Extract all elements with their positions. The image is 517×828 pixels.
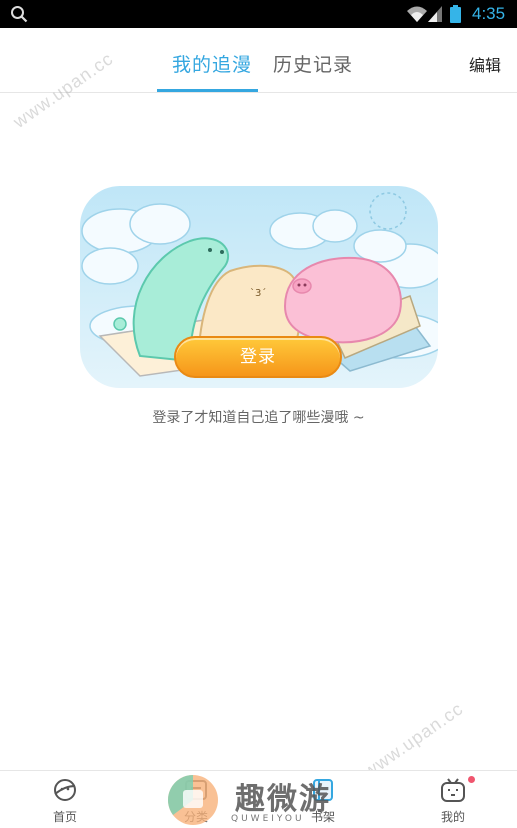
login-button[interactable]: 登录: [174, 336, 342, 378]
nav-label-home: 首页: [52, 810, 77, 824]
login-hint-text: 登录了才知道自己追了哪些漫哦 ~: [152, 410, 365, 426]
status-bar: 4:35: [0, 0, 517, 28]
tv-face-icon: [441, 778, 465, 802]
active-tab-indicator: [157, 89, 258, 92]
tab-history[interactable]: 历史记录: [273, 50, 353, 77]
svg-text:`3´: `3´: [250, 287, 266, 299]
brand-logo-icon: [168, 775, 218, 825]
nav-item-home[interactable]: 首页: [30, 771, 100, 828]
planet-icon: [54, 779, 76, 801]
search-icon: [11, 6, 28, 23]
clock-time: 4:35: [472, 4, 506, 23]
brand-text: 趣微游: [235, 782, 331, 817]
edit-button[interactable]: 编辑: [469, 52, 501, 76]
brand-subtext: QUWEIYOU: [231, 814, 305, 824]
battery-icon: [450, 5, 461, 23]
nav-label-mine: 我的: [440, 810, 465, 824]
tab-my-comics[interactable]: 我的追漫: [172, 50, 252, 77]
brand-watermark-logo: 趣微游 QUWEIYOU: [165, 772, 355, 828]
wifi-icon: [407, 6, 427, 22]
signal-icon: [428, 6, 442, 22]
nav-item-mine[interactable]: 我的: [418, 771, 488, 828]
notification-badge: [468, 776, 475, 783]
